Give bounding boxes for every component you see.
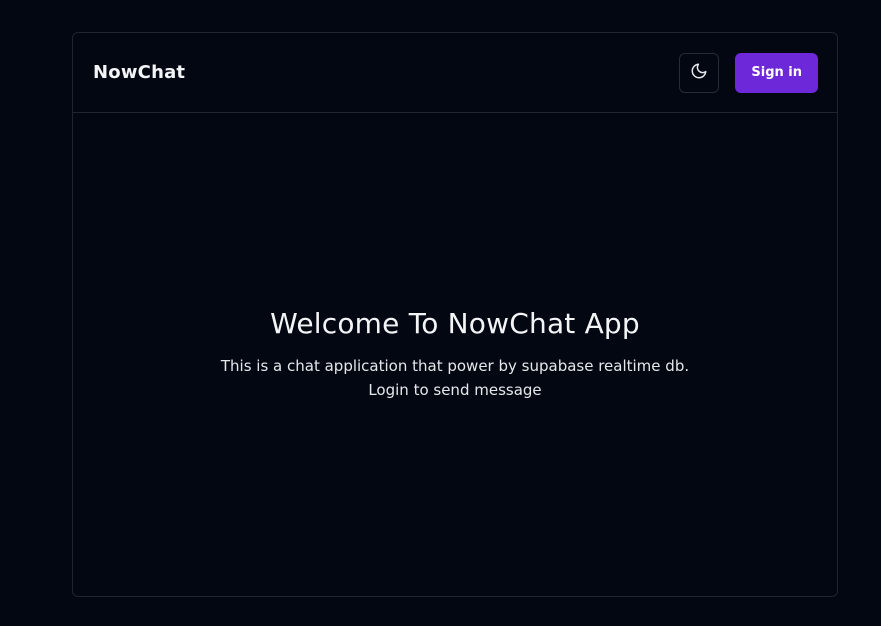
app-container: NowChat Sign in Welcome To NowChat App T… [72,32,838,597]
header: NowChat Sign in [73,33,837,113]
moon-icon [690,62,708,84]
sign-in-button[interactable]: Sign in [735,52,818,93]
welcome-section: Welcome To NowChat App This is a chat ap… [73,113,837,596]
welcome-description: This is a chat application that power by… [220,357,690,399]
welcome-title: Welcome To NowChat App [270,307,640,340]
header-actions: Sign in [679,52,818,93]
theme-toggle-button[interactable] [679,52,720,93]
brand-title: NowChat [93,62,186,83]
